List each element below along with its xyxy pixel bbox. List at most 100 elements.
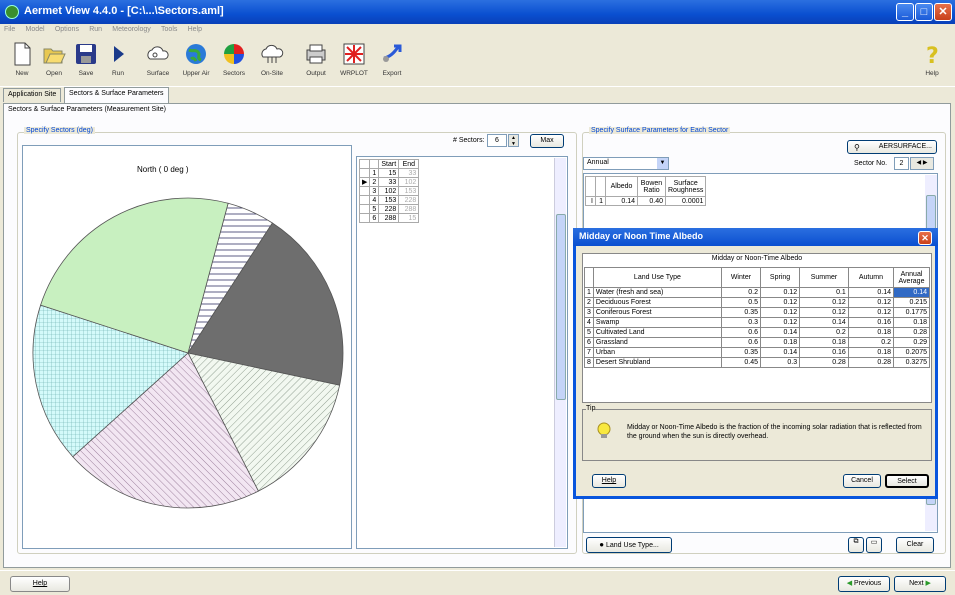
albedo-value[interactable]: 0.12 (799, 307, 849, 318)
menu-run[interactable]: Run (85, 25, 106, 34)
dialog-help-button[interactable]: Help (592, 474, 626, 488)
open-button[interactable]: Open (36, 39, 72, 85)
row-selector[interactable]: I (585, 196, 596, 206)
albedo-value[interactable]: 0.18 (759, 337, 801, 348)
albedo-value[interactable]: 0.12 (759, 297, 801, 308)
status-help-button[interactable]: Help (10, 576, 70, 592)
period-select[interactable]: Annual ▼ (583, 157, 669, 170)
dialog-cancel-button[interactable]: Cancel (843, 474, 881, 488)
albedo-value[interactable]: 0.14 (799, 317, 849, 328)
sector-start[interactable]: 33 (378, 177, 400, 187)
sectors-count-spinner[interactable]: ▲ ▼ (508, 134, 519, 147)
on-site-button[interactable]: On-Site (254, 39, 290, 85)
maximize-button[interactable]: □ (915, 3, 933, 21)
chevron-down-icon[interactable]: ▼ (657, 158, 668, 169)
albedo-value[interactable]: 0.12 (759, 307, 801, 318)
sector-start[interactable]: 15 (378, 168, 400, 178)
albedo-value[interactable]: 0.28 (799, 357, 849, 368)
copy-icon[interactable]: ⧉ (848, 537, 864, 553)
menu-model[interactable]: Model (22, 25, 49, 34)
albedo-row[interactable]: 4 Swamp 0.3 0.12 0.14 0.16 0.18 (584, 317, 930, 328)
dialog-select-button[interactable]: Select (885, 474, 929, 488)
albedo-row[interactable]: 3 Coniferous Forest 0.35 0.12 0.12 0.12 0.1775 (584, 307, 930, 318)
albedo-row[interactable]: 7 Urban 0.35 0.14 0.16 0.18 0.2075 (584, 347, 930, 358)
menu-meteorology[interactable]: Meteorology (108, 25, 155, 34)
export-button[interactable]: Export (374, 39, 410, 85)
sector-start[interactable]: 102 (378, 186, 400, 196)
aersurface-button[interactable]: ⚲ AERSURFACE... (847, 140, 937, 154)
surface-row[interactable]: I 1 0.14 0.40 0.0001 (585, 196, 707, 206)
albedo-value[interactable]: 0.215 (893, 297, 930, 308)
surface-button[interactable]: Surface (140, 39, 176, 85)
new-button[interactable]: New (4, 39, 40, 85)
albedo-value[interactable]: 0.45 (720, 357, 762, 368)
albedo-row[interactable]: 8 Desert Shrubland 0.45 0.3 0.28 0.28 0.3275 (584, 357, 930, 368)
clear-button[interactable]: Clear (896, 537, 934, 553)
row-selector[interactable] (358, 168, 371, 178)
row-selector[interactable] (358, 204, 371, 214)
albedo-value[interactable]: 0.12 (847, 307, 895, 318)
sector-row[interactable]: 6 288 15 (358, 213, 420, 223)
max-button[interactable]: Max (530, 134, 564, 148)
roughness-cell[interactable]: 0.0001 (664, 196, 707, 206)
albedo-value[interactable]: 0.28 (893, 327, 930, 338)
menu-options[interactable]: Options (51, 25, 83, 34)
albedo-value[interactable]: 0.12 (799, 297, 849, 308)
albedo-row[interactable]: 6 Grassland 0.6 0.18 0.18 0.2 0.29 (584, 337, 930, 348)
albedo-value[interactable]: 0.18 (847, 327, 895, 338)
albedo-value[interactable]: 0.1775 (893, 307, 930, 318)
albedo-value[interactable]: 0.14 (759, 327, 801, 338)
tab-sectors-surface[interactable]: Sectors & Surface Parameters (64, 87, 169, 103)
albedo-value[interactable]: 0.29 (893, 337, 930, 348)
albedo-row[interactable]: 1 Water (fresh and sea) 0.2 0.12 0.1 0.14 0.14 (584, 287, 930, 298)
sector-no-spinner[interactable]: ◀ ▶ (910, 157, 934, 170)
row-selector[interactable] (358, 195, 371, 205)
close-button[interactable]: ✕ (934, 3, 952, 21)
upper-air-button[interactable]: Upper Air (178, 39, 214, 85)
albedo-value[interactable]: 0.3 (720, 317, 762, 328)
albedo-value[interactable]: 0.2 (847, 337, 895, 348)
albedo-value[interactable]: 0.18 (847, 347, 895, 358)
albedo-value[interactable]: 0.16 (799, 347, 849, 358)
land-use-type-button[interactable]: ● Land Use Type... (586, 537, 672, 553)
row-selector[interactable] (358, 213, 371, 223)
help-toolbar-button[interactable]: ? Help (914, 39, 950, 85)
albedo-value[interactable]: 0.16 (847, 317, 895, 328)
albedo-value[interactable]: 0.6 (720, 327, 762, 338)
paste-icon[interactable]: ▭ (866, 537, 882, 553)
sector-grid-scrollbar[interactable] (554, 158, 566, 547)
sectors-button[interactable]: Sectors (216, 39, 252, 85)
bowen-cell[interactable]: 0.40 (637, 196, 666, 206)
wrplot-button[interactable]: WRPLOT (336, 39, 372, 85)
albedo-value[interactable]: 0.14 (847, 287, 895, 298)
sector-start[interactable]: 228 (378, 204, 400, 214)
sector-row[interactable]: ▶ 2 33 102 (358, 177, 420, 187)
sector-start[interactable]: 153 (378, 195, 400, 205)
albedo-value[interactable]: 0.35 (720, 307, 762, 318)
menu-help[interactable]: Help (184, 25, 206, 34)
albedo-cell[interactable]: 0.14 (605, 196, 638, 206)
tab-application-site[interactable]: Application Site (3, 88, 62, 102)
sector-row[interactable]: 1 15 33 (358, 168, 420, 178)
albedo-row[interactable]: 5 Cultivated Land 0.6 0.14 0.2 0.18 0.28 (584, 327, 930, 338)
albedo-value[interactable]: 0.2075 (893, 347, 930, 358)
next-button[interactable]: Next ▶ (894, 576, 946, 592)
albedo-value[interactable]: 0.2 (720, 287, 762, 298)
albedo-value[interactable]: 0.35 (720, 347, 762, 358)
dialog-close-icon[interactable]: ✕ (918, 231, 932, 245)
albedo-value[interactable]: 0.12 (847, 297, 895, 308)
previous-button[interactable]: ◀ Previous (838, 576, 890, 592)
albedo-value[interactable]: 0.2 (799, 327, 849, 338)
sector-row[interactable]: 3 102 153 (358, 186, 420, 196)
sector-row[interactable]: 5 228 288 (358, 204, 420, 214)
albedo-row[interactable]: 2 Deciduous Forest 0.5 0.12 0.12 0.12 0.215 (584, 297, 930, 308)
row-selector[interactable] (358, 186, 371, 196)
albedo-value[interactable]: 0.6 (720, 337, 762, 348)
albedo-value[interactable]: 0.12 (759, 287, 801, 298)
albedo-value[interactable]: 0.1 (799, 287, 849, 298)
run-button[interactable]: Run (100, 39, 136, 85)
output-button[interactable]: Output (298, 39, 334, 85)
save-button[interactable]: Save (68, 39, 104, 85)
albedo-value[interactable]: 0.5 (720, 297, 762, 308)
albedo-value[interactable]: 0.12 (759, 317, 801, 328)
